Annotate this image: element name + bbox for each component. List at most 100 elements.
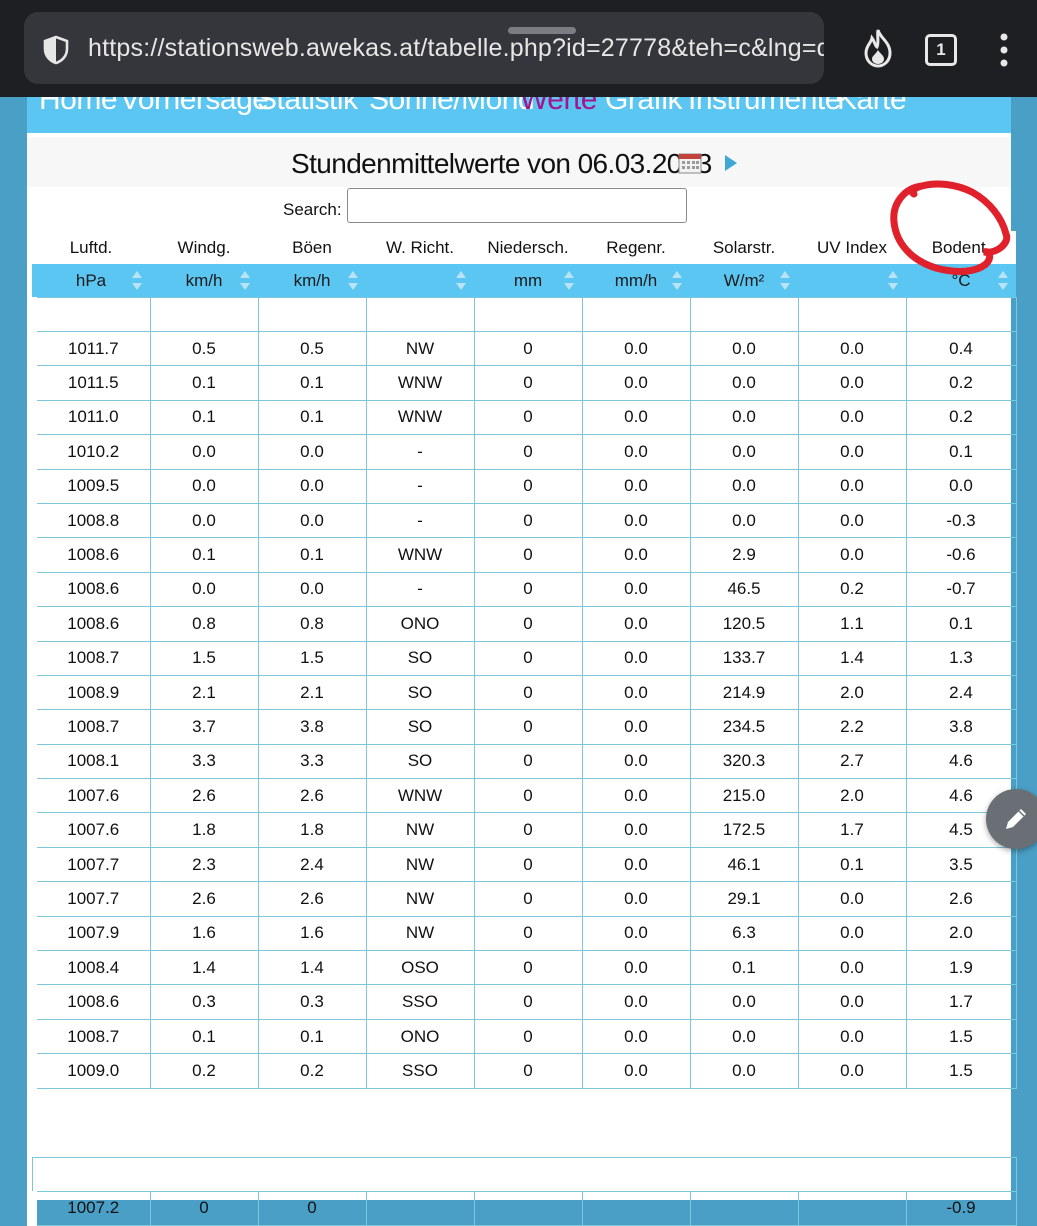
table-cell: 2.2 — [797, 709, 907, 745]
table-cell: 0.1 — [149, 399, 259, 436]
more-menu-icon[interactable] — [994, 30, 1014, 70]
table-cell: 1.9 — [905, 950, 1017, 986]
column-header[interactable]: W. Richt. — [366, 231, 474, 264]
sort-icon[interactable] — [132, 271, 142, 291]
table-cell — [905, 297, 1017, 332]
drag-handle[interactable] — [508, 27, 576, 34]
sort-icon[interactable] — [780, 271, 790, 291]
table-cell: 3.8 — [257, 709, 367, 745]
nav-karte[interactable]: Karte — [837, 97, 907, 117]
table-cell: 0.0 — [149, 468, 259, 504]
sort-icon[interactable] — [240, 271, 250, 291]
nav-sonne-mond[interactable]: Sonne/Mond — [369, 97, 535, 117]
nav-werte[interactable]: Werte — [520, 97, 597, 117]
sort-header[interactable]: mm/h — [582, 264, 690, 298]
sort-header[interactable]: mm — [474, 264, 582, 298]
table-cell: 1008.8 — [27, 502, 151, 539]
column-header[interactable]: Windg. — [150, 231, 258, 264]
table-cell: 0.1 — [257, 365, 367, 401]
next-day-icon[interactable] — [724, 154, 738, 172]
table-cell: 2.6 — [257, 778, 367, 814]
table-cell: 0 — [473, 537, 583, 573]
table-cell: 1009.0 — [27, 1053, 151, 1089]
flame-icon[interactable] — [860, 28, 896, 68]
table-cell — [473, 1190, 583, 1226]
unit-label: km/h — [185, 270, 223, 290]
table-cell: 0 — [473, 502, 583, 539]
url-text[interactable]: https://stationsweb.awekas.at/tabelle.ph… — [88, 34, 824, 63]
table-cell: 0 — [257, 1190, 367, 1226]
calendar-icon[interactable] — [678, 152, 702, 174]
sort-header[interactable]: km/h — [150, 264, 258, 298]
table-cell: 2.9 — [689, 537, 799, 573]
table-row: 1008.7 3.7 3.8 SO 0 0.0 234.5 2.2 3.8 — [27, 709, 1017, 745]
sort-icon[interactable] — [456, 271, 466, 291]
table-cell: 0 — [473, 709, 583, 745]
nav-instrumente[interactable]: Instrumente — [688, 97, 841, 117]
table-row: 1008.6 0.8 0.8 ONO 0 0.0 120.5 1.1 0.1 — [27, 606, 1017, 642]
nav-grafik[interactable]: Grafik▼ — [605, 97, 696, 117]
red-circle-annotation — [890, 180, 1011, 275]
table-cell: 0.1 — [149, 537, 259, 573]
column-header[interactable]: Böen — [258, 231, 366, 264]
table-row: 1008.1 3.3 3.3 SO 0 0.0 320.3 2.7 4.6 — [27, 743, 1017, 780]
table-cell: 0 — [473, 743, 583, 780]
column-header[interactable]: Solarstr. — [690, 231, 798, 264]
table-cell: 0.0 — [689, 502, 799, 539]
table-cell: 0.0 — [689, 468, 799, 504]
table-cell: 0.0 — [581, 571, 691, 608]
table-cell: 2.6 — [905, 881, 1017, 917]
table-cell: 1011.7 — [27, 330, 151, 367]
table-cell: 3.8 — [905, 709, 1017, 745]
table-cell: -0.3 — [905, 502, 1017, 539]
sort-header[interactable]: hPa — [32, 264, 150, 298]
nav-vorhersage[interactable]: Vorhersage — [120, 97, 269, 117]
sort-header[interactable]: km/h — [258, 264, 366, 298]
table-cell: 1008.4 — [27, 950, 151, 986]
table-cell: 2.6 — [149, 881, 259, 917]
table-cell: ONO — [365, 1018, 475, 1055]
table-cell: 0.0 — [581, 434, 691, 470]
table-cell: 0.0 — [149, 434, 259, 470]
table-cell: 0.3 — [149, 984, 259, 1020]
sort-icon[interactable] — [672, 271, 682, 291]
table-cell: 1008.6 — [27, 606, 151, 642]
table-cell: 2.4 — [257, 846, 367, 883]
table-cell: 0.0 — [689, 399, 799, 436]
table-cell: 215.0 — [689, 778, 799, 814]
sort-header[interactable]: W/m² — [690, 264, 798, 298]
table-cell: 120.5 — [689, 606, 799, 642]
table-cell: 1.8 — [257, 812, 367, 848]
nav-home[interactable]: Home — [39, 97, 118, 117]
table-cell: 0.3 — [257, 984, 367, 1020]
shield-icon[interactable] — [40, 34, 72, 66]
sort-icon[interactable] — [564, 271, 574, 291]
table-cell: 1007.6 — [27, 778, 151, 814]
table-cell: 214.9 — [689, 674, 799, 711]
edit-button[interactable] — [986, 789, 1037, 849]
sort-header[interactable] — [366, 264, 474, 298]
table-cell: 0.1 — [905, 434, 1017, 470]
tab-count-button[interactable]: 1 — [925, 34, 957, 66]
table-cell: 0 — [473, 950, 583, 986]
table-cell: 0.2 — [905, 399, 1017, 436]
table-cell: SSO — [365, 984, 475, 1020]
table-cell: - — [365, 502, 475, 539]
table-cell: 0.0 — [257, 571, 367, 608]
table-cell: 0.0 — [797, 1053, 907, 1089]
table-cell: 1.5 — [149, 640, 259, 676]
column-header[interactable]: Luftd. — [32, 231, 150, 264]
table-cell: 0.0 — [797, 434, 907, 470]
table-cell: 0.1 — [149, 365, 259, 401]
sort-icon[interactable] — [348, 271, 358, 291]
table-cell — [365, 1190, 475, 1226]
nav-statistik[interactable]: Statistik▼ — [257, 97, 371, 117]
address-bar[interactable]: https://stationsweb.awekas.at/tabelle.ph… — [24, 12, 824, 84]
column-header[interactable]: Regenr. — [582, 231, 690, 264]
column-header[interactable]: Niedersch. — [474, 231, 582, 264]
table-cell: 0.0 — [689, 1053, 799, 1089]
table-cell: 0.5 — [149, 330, 259, 367]
table-cell: 0 — [473, 640, 583, 676]
table-cell: 1.6 — [149, 915, 259, 952]
search-input[interactable] — [347, 188, 687, 223]
